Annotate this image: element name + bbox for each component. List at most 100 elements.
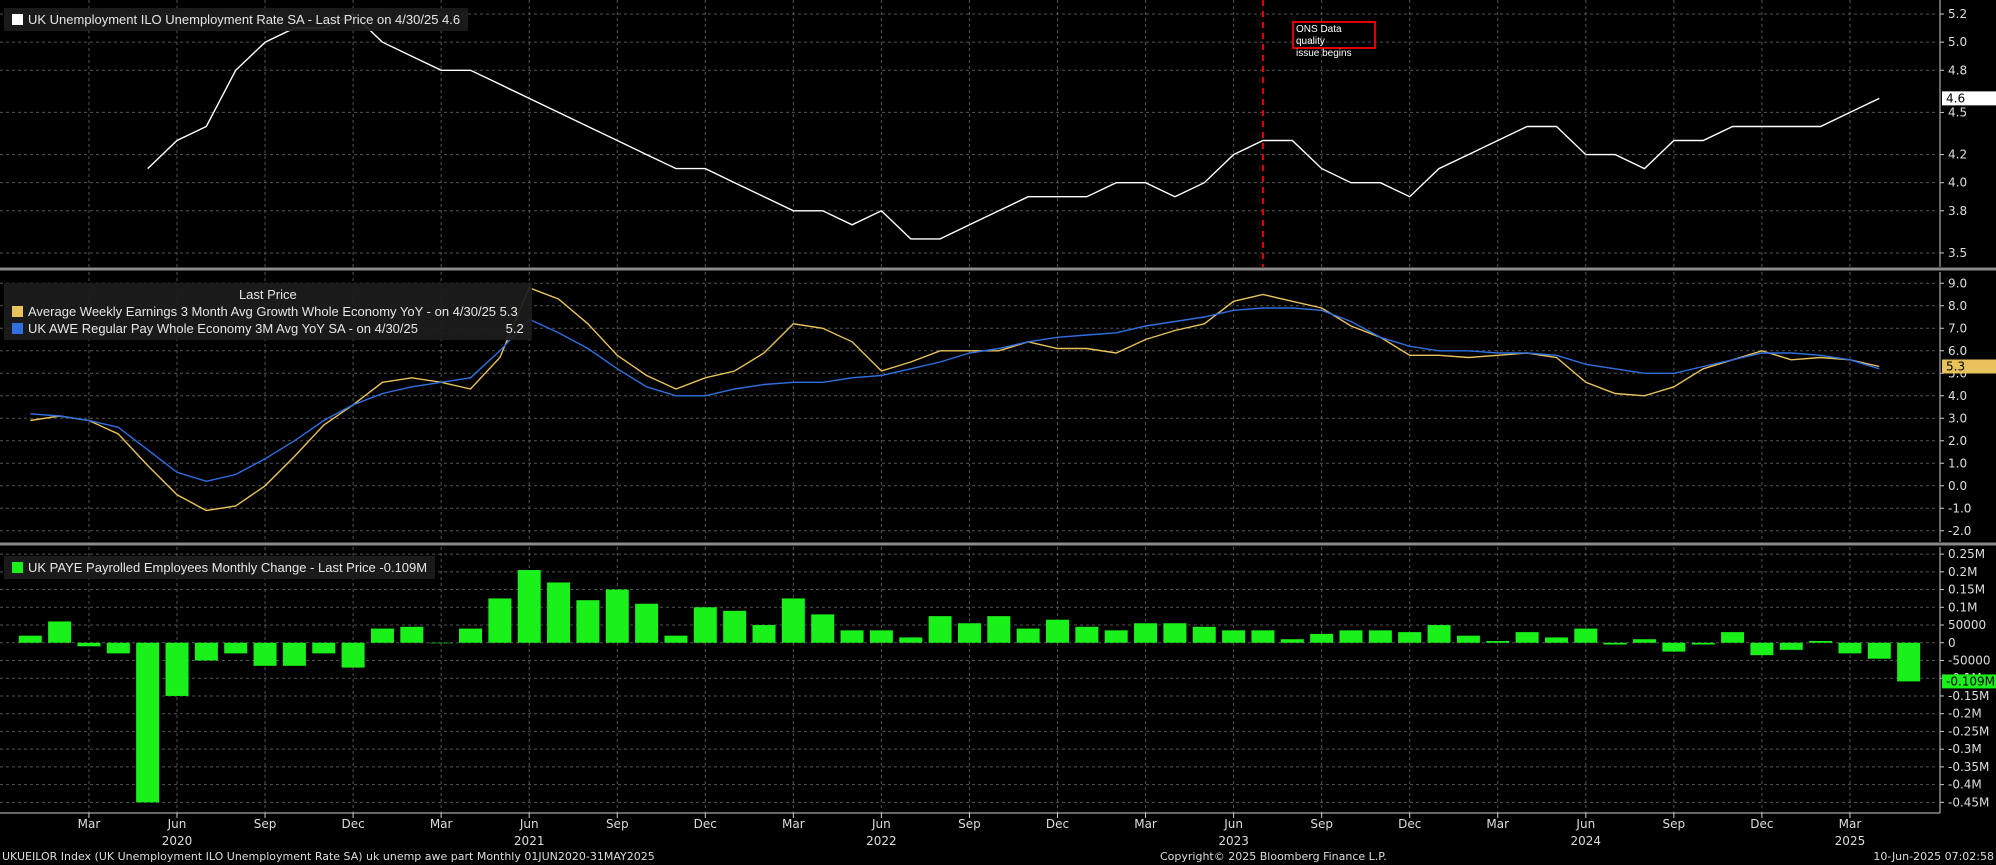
regular-pay-swatch bbox=[12, 323, 23, 334]
earnings-ytick-label: -1.0 bbox=[1948, 501, 1971, 515]
paye-bar bbox=[723, 610, 747, 643]
x-year-label: 2022 bbox=[866, 834, 897, 848]
paye-bar bbox=[1310, 633, 1334, 643]
paye-ytick-label: -0.15M bbox=[1948, 689, 1989, 703]
footer-center: Copyright© 2025 Bloomberg Finance L.P. bbox=[1160, 850, 1387, 863]
paye-bar bbox=[957, 623, 981, 643]
x-month-label: Dec bbox=[1046, 817, 1069, 831]
paye-bar bbox=[1633, 639, 1656, 643]
paye-bar bbox=[1574, 628, 1598, 643]
paye-bar bbox=[1163, 623, 1187, 643]
x-month-label: Mar bbox=[430, 817, 453, 831]
earnings-ytick-label: 2.0 bbox=[1948, 434, 1967, 448]
paye-ytick-label: 0.25M bbox=[1948, 547, 1985, 561]
paye-bar bbox=[77, 642, 101, 647]
paye-bar bbox=[1897, 642, 1921, 682]
unemployment-ytick-label: 4.2 bbox=[1948, 148, 1967, 162]
earnings-ytick-label: 7.0 bbox=[1948, 321, 1967, 335]
x-month-label: Dec bbox=[694, 817, 717, 831]
regular-pay-legend-value: 5.2 bbox=[505, 321, 524, 336]
earnings-ytick-label: 8.0 bbox=[1948, 299, 1967, 313]
paye-bar bbox=[370, 628, 394, 643]
paye-ytick-label: -50000 bbox=[1948, 653, 1991, 667]
x-month-label: Sep bbox=[606, 817, 629, 831]
x-year-label: 2025 bbox=[1835, 834, 1866, 848]
x-month-label: Jun bbox=[1575, 817, 1595, 831]
x-month-label: Jun bbox=[1223, 817, 1243, 831]
paye-last-value: -0.109M bbox=[1946, 674, 1995, 688]
paye-bar bbox=[1691, 642, 1715, 645]
paye-ytick-label: -0.3M bbox=[1948, 742, 1982, 756]
paye-bar bbox=[459, 628, 482, 643]
paye-bar bbox=[899, 637, 923, 643]
paye-bar bbox=[781, 598, 805, 643]
paye-bar bbox=[312, 642, 336, 654]
paye-bar bbox=[1280, 639, 1304, 643]
paye-bar bbox=[1779, 642, 1803, 650]
paye-ytick-label: -0.2M bbox=[1948, 707, 1982, 721]
paye-bar bbox=[1515, 632, 1539, 643]
earnings-ytick-label: 4.0 bbox=[1948, 389, 1967, 403]
paye-bar bbox=[341, 642, 365, 668]
paye-bar bbox=[1456, 635, 1480, 643]
x-month-label: Dec bbox=[1398, 817, 1421, 831]
paye-bar bbox=[1134, 623, 1158, 643]
awe-swatch bbox=[12, 306, 23, 317]
paye-bar bbox=[1867, 642, 1891, 659]
x-month-label: Mar bbox=[1839, 817, 1862, 831]
earnings-legend-header: Last Price bbox=[238, 287, 297, 302]
awe-last-value: 5.3 bbox=[1946, 360, 1965, 374]
paye-bar bbox=[1016, 628, 1040, 643]
paye-bar bbox=[1046, 619, 1069, 643]
x-month-label: Mar bbox=[782, 817, 805, 831]
awe-legend-value: 5.3 bbox=[499, 304, 518, 319]
paye-bar bbox=[664, 635, 688, 643]
x-year-label: 2020 bbox=[162, 834, 193, 848]
x-month-label: Dec bbox=[1750, 817, 1773, 831]
earnings-ytick-label: -2.0 bbox=[1948, 524, 1971, 538]
x-year-label: 2023 bbox=[1218, 834, 1249, 848]
paye-bar bbox=[752, 625, 776, 643]
paye-bar bbox=[1544, 637, 1568, 643]
x-month-label: Jun bbox=[519, 817, 539, 831]
x-month-label: Sep bbox=[254, 817, 277, 831]
paye-ytick-label: 50000 bbox=[1948, 618, 1986, 632]
paye-bar bbox=[1603, 642, 1627, 645]
paye-bar bbox=[282, 642, 306, 666]
paye-bar bbox=[165, 642, 189, 696]
paye-ytick-label: 0.2M bbox=[1948, 565, 1977, 579]
x-month-label: Sep bbox=[1663, 817, 1686, 831]
footer-left: UKUEILOR Index (UK Unemployment ILO Unem… bbox=[2, 850, 655, 863]
paye-bar bbox=[635, 603, 659, 643]
paye-bar bbox=[18, 635, 42, 643]
unemployment-ytick-label: 5.0 bbox=[1948, 35, 1967, 49]
paye-bar bbox=[547, 582, 571, 643]
unemployment-ytick-label: 4.8 bbox=[1948, 63, 1967, 77]
earnings-ytick-label: 1.0 bbox=[1948, 456, 1967, 470]
paye-bar bbox=[1427, 625, 1451, 643]
paye-ytick-label: 0.15M bbox=[1948, 583, 1985, 597]
unemployment-swatch bbox=[12, 14, 23, 25]
paye-swatch bbox=[12, 562, 23, 573]
ons-annotation-line1: ONS Data quality bbox=[1296, 24, 1342, 47]
paye-bar bbox=[811, 614, 835, 643]
x-year-label: 2021 bbox=[514, 834, 545, 848]
paye-bar bbox=[1398, 632, 1422, 643]
paye-bar bbox=[1750, 642, 1774, 656]
paye-bar bbox=[488, 598, 512, 643]
unemployment-ytick-label: 4.5 bbox=[1948, 105, 1967, 119]
paye-bar bbox=[576, 600, 600, 643]
x-year-label: 2024 bbox=[1571, 834, 1602, 848]
paye-bar bbox=[1486, 640, 1510, 643]
unemployment-legend-label: UK Unemployment ILO Unemployment Rate SA… bbox=[28, 12, 461, 27]
paye-bar bbox=[400, 626, 424, 643]
paye-bar bbox=[48, 621, 72, 643]
earnings-ytick-label: 0.0 bbox=[1948, 479, 1967, 493]
unemployment-ytick-label: 3.8 bbox=[1948, 204, 1967, 218]
ons-annotation-box: ONS Data quality issue begins bbox=[1292, 21, 1376, 59]
paye-bar bbox=[1339, 630, 1363, 643]
x-month-label: Jun bbox=[871, 817, 891, 831]
paye-bar bbox=[1662, 642, 1686, 652]
earnings-ytick-label: 9.0 bbox=[1948, 276, 1967, 290]
x-month-label: Sep bbox=[958, 817, 981, 831]
